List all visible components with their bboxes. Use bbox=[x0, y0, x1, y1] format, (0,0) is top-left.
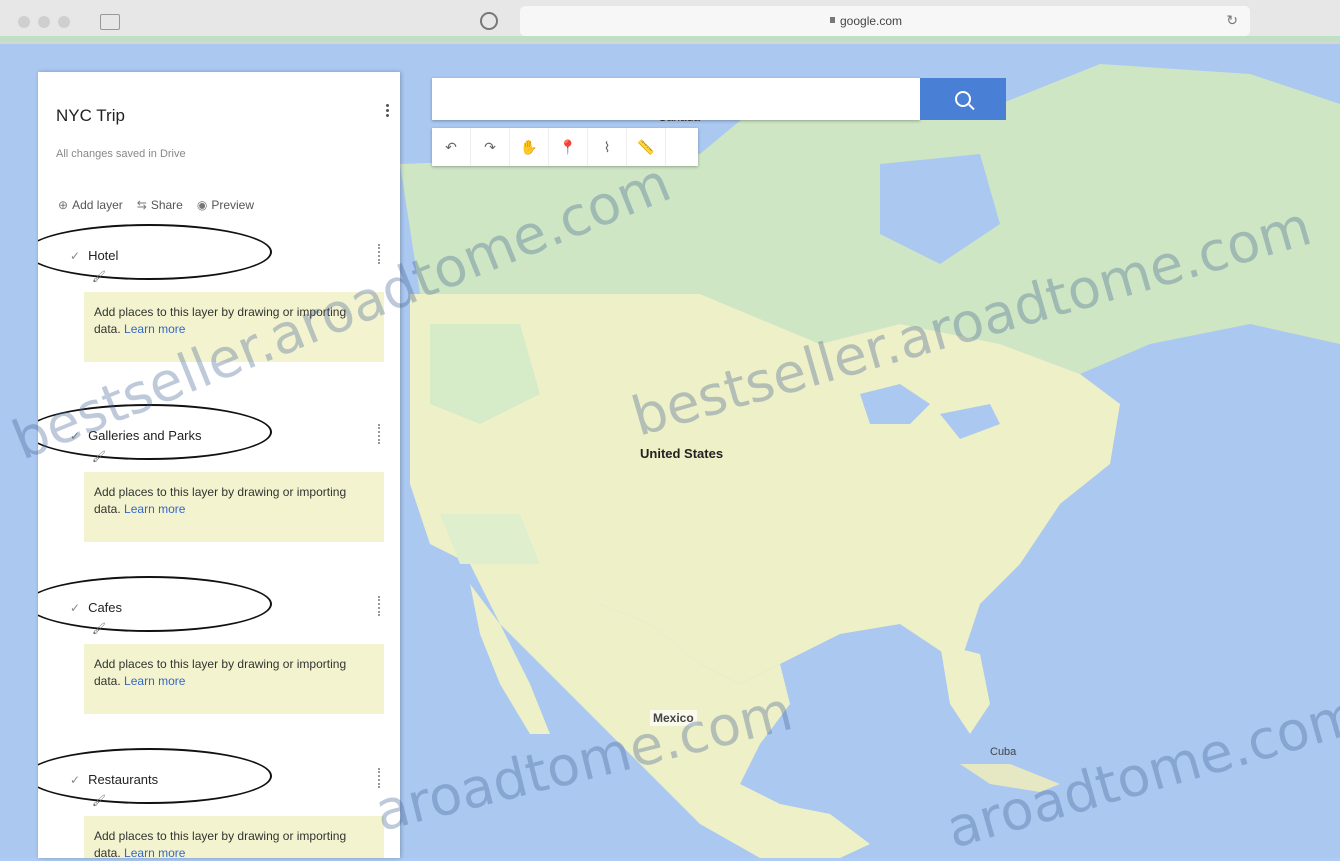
zoom-window-icon[interactable] bbox=[58, 16, 70, 28]
address-bar[interactable]: google.com ↻ bbox=[520, 6, 1250, 36]
layer-name[interactable]: Hotel bbox=[88, 248, 118, 263]
style-paint-icon[interactable]: 🖌 bbox=[92, 450, 106, 463]
undo-icon[interactable]: ↶ bbox=[432, 128, 471, 166]
layer-options-icon[interactable] bbox=[378, 596, 382, 616]
add-layer-label: Add layer bbox=[72, 198, 123, 212]
draw-line-icon[interactable]: ⌇ bbox=[588, 128, 627, 166]
minimize-window-icon[interactable] bbox=[38, 16, 50, 28]
layer-options-icon[interactable] bbox=[378, 768, 382, 788]
checkbox-icon[interactable]: ✓ bbox=[70, 773, 80, 787]
layer-header[interactable]: ✓ Restaurants bbox=[70, 772, 158, 787]
preview-label: Preview bbox=[211, 198, 255, 212]
map-title[interactable]: NYC Trip bbox=[56, 106, 125, 126]
lock-icon bbox=[830, 17, 835, 23]
share-icon: ⇆ bbox=[136, 198, 147, 212]
learn-more-link[interactable]: Learn more bbox=[124, 322, 185, 336]
share-label: Share bbox=[150, 198, 183, 212]
panel-actions: ⊕ Add layer ⇆ Share ◉ Preview bbox=[58, 198, 254, 212]
privacy-icon[interactable] bbox=[480, 12, 498, 30]
checkbox-icon[interactable]: ✓ bbox=[70, 249, 80, 263]
tab-strip bbox=[0, 36, 1340, 44]
window-controls[interactable] bbox=[18, 16, 70, 28]
layer-name[interactable]: Cafes bbox=[88, 600, 122, 615]
checkbox-icon[interactable]: ✓ bbox=[70, 429, 80, 443]
address-url: google.com bbox=[840, 14, 903, 28]
search-button[interactable] bbox=[920, 78, 1006, 120]
map-label-united-states: United States bbox=[640, 446, 724, 461]
search-icon bbox=[955, 91, 971, 107]
learn-more-link[interactable]: Learn more bbox=[124, 674, 185, 688]
map-label-mexico: Mexico bbox=[650, 710, 697, 726]
layer-header[interactable]: ✓ Cafes bbox=[70, 600, 122, 615]
learn-more-link[interactable]: Learn more bbox=[124, 502, 185, 516]
share-button[interactable]: ⇆ Share bbox=[137, 198, 183, 212]
map-search-input[interactable] bbox=[432, 78, 920, 120]
checkbox-icon[interactable]: ✓ bbox=[70, 601, 80, 615]
close-window-icon[interactable] bbox=[18, 16, 30, 28]
style-paint-icon[interactable]: 🖌 bbox=[92, 622, 106, 635]
learn-more-link[interactable]: Learn more bbox=[124, 846, 185, 858]
layer-name[interactable]: Galleries and Parks bbox=[88, 428, 201, 443]
preview-icon: ◉ bbox=[196, 198, 208, 212]
layer-hint: Add places to this layer by drawing or i… bbox=[84, 644, 384, 714]
redo-icon[interactable]: ↷ bbox=[471, 128, 510, 166]
reload-icon[interactable]: ↻ bbox=[1226, 12, 1238, 29]
preview-button[interactable]: ◉ Preview bbox=[197, 198, 254, 212]
map-side-panel: NYC Trip All changes saved in Drive ⊕ Ad… bbox=[38, 72, 400, 858]
map-toolbar: ↶ ↷ ✋ 📍 ⌇ 📏 bbox=[432, 128, 698, 166]
layer-header[interactable]: ✓ Galleries and Parks bbox=[70, 428, 202, 443]
add-layer-icon: ⊕ bbox=[58, 198, 69, 212]
hand-tool-icon[interactable]: ✋ bbox=[510, 128, 549, 166]
layer-options-icon[interactable] bbox=[378, 244, 382, 264]
add-layer-button[interactable]: ⊕ Add layer bbox=[58, 198, 123, 212]
layer-name[interactable]: Restaurants bbox=[88, 772, 158, 787]
layer-hint: Add places to this layer by drawing or i… bbox=[84, 816, 384, 858]
style-paint-icon[interactable]: 🖌 bbox=[92, 794, 106, 807]
measure-icon[interactable]: 📏 bbox=[627, 128, 666, 166]
style-paint-icon[interactable]: 🖌 bbox=[92, 270, 106, 283]
save-status: All changes saved in Drive bbox=[56, 148, 186, 160]
more-options-icon[interactable] bbox=[386, 102, 390, 119]
sidebar-toggle-icon[interactable] bbox=[100, 14, 120, 30]
add-marker-icon[interactable]: 📍 bbox=[549, 128, 588, 166]
layer-options-icon[interactable] bbox=[378, 424, 382, 444]
map-label-cuba: Cuba bbox=[990, 746, 1017, 758]
layer-hint: Add places to this layer by drawing or i… bbox=[84, 472, 384, 542]
layer-header[interactable]: ✓ Hotel bbox=[70, 248, 118, 263]
layer-hint: Add places to this layer by drawing or i… bbox=[84, 292, 384, 362]
